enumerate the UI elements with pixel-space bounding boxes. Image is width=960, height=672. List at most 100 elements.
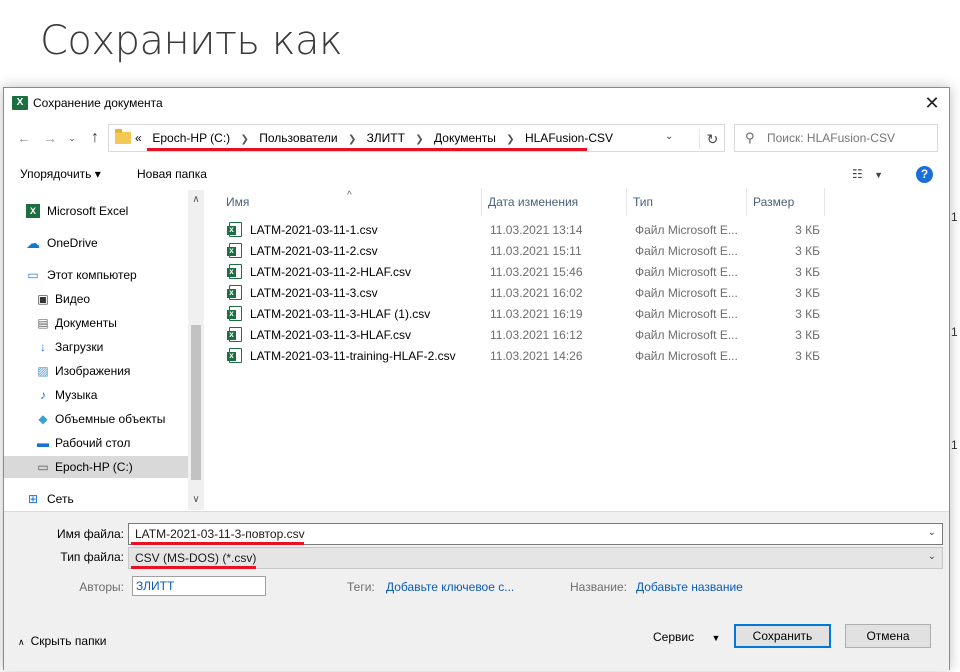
column-header-date[interactable]: Дата изменения (482, 188, 627, 216)
scrollbar-thumb[interactable] (191, 325, 201, 480)
side-number: 1 (951, 438, 958, 452)
title-field[interactable]: Добавьте название (636, 580, 743, 594)
file-date: 11.03.2021 14:26 (490, 349, 583, 363)
file-size: 3 КБ (795, 286, 820, 300)
view-options-button[interactable]: ☷ ▼ (852, 167, 883, 181)
tags-field[interactable]: Добавьте ключевое с... (386, 580, 514, 594)
chevron-down-icon: ▼ (711, 633, 721, 643)
address-history-button[interactable]: ⌄ (665, 131, 673, 142)
column-header-name[interactable]: ^ Имя (220, 188, 482, 216)
nav-item-drive-c[interactable]: ▭ Epoch-HP (C:) (4, 456, 188, 478)
chevron-down-icon[interactable]: ∨ (188, 492, 204, 508)
nav-item-3d-objects[interactable]: ◆ Объемные объекты (4, 408, 188, 430)
forward-button[interactable]: → (40, 128, 60, 148)
chevron-down-icon: ▼ (874, 170, 884, 180)
side-number: 1 (951, 325, 958, 339)
file-row[interactable]: LATM-2021-03-11-2-HLAF.csv 11.03.2021 15:… (220, 261, 830, 282)
authors-field[interactable]: ЗЛИТТ (132, 576, 266, 596)
search-box[interactable]: ⚲ (734, 124, 938, 152)
close-button[interactable]: ✕ (915, 88, 949, 118)
cube-icon: ◆ (38, 412, 48, 426)
close-icon: ✕ (924, 93, 940, 113)
nav-scrollbar[interactable]: ∧ ∨ (188, 190, 204, 510)
breadcrumb-item[interactable]: Пользователи (259, 131, 337, 145)
refresh-icon: ↻ (706, 131, 719, 147)
chevron-right-icon[interactable]: ❯ (506, 134, 514, 145)
chevron-down-icon[interactable]: ⌄ (928, 527, 936, 538)
highlight-underline (131, 566, 256, 569)
recent-locations-button[interactable]: ⌄ (62, 128, 82, 148)
breadcrumb-item[interactable]: Epoch-HP (C:) (152, 131, 230, 145)
file-date: 11.03.2021 16:02 (490, 286, 583, 300)
search-input[interactable] (767, 129, 932, 147)
breadcrumb: « Epoch-HP (C:) ❯ Пользователи ❯ ЗЛИТТ ❯… (135, 131, 613, 145)
nav-item-label: Рабочий стол (55, 436, 131, 450)
nav-item-label: Этот компьютер (47, 268, 137, 282)
chevron-down-icon: ⌄ (927, 551, 936, 562)
nav-item-documents[interactable]: ▤ Документы (4, 312, 188, 334)
nav-item-label: Epoch-HP (C:) (55, 460, 133, 474)
breadcrumb-overflow[interactable]: « (135, 131, 142, 145)
file-row[interactable]: LATM-2021-03-11-3.csv 11.03.2021 16:02 Фай… (220, 282, 830, 303)
refresh-button[interactable]: ↻ (699, 129, 725, 149)
arrow-left-icon: ← (17, 130, 31, 146)
nav-item-this-pc[interactable]: ▭ Этот компьютер (4, 264, 188, 286)
tools-menu-button[interactable]: Сервис ▼ (653, 630, 720, 644)
hide-folders-button[interactable]: ∧ Скрыть папки (18, 634, 107, 648)
arrow-right-icon: → (43, 130, 57, 146)
column-header-type[interactable]: Тип (627, 188, 747, 216)
chevron-down-icon: ⌄ (665, 131, 674, 142)
file-name: LATM-2021-03-11-3.csv (250, 286, 378, 300)
file-row[interactable]: LATM-2021-03-11-1.csv 11.03.2021 13:14 Фай… (220, 219, 830, 240)
folder-icon (115, 129, 131, 144)
search-icon: ⚲ (745, 130, 755, 145)
chevron-right-icon[interactable]: ❯ (415, 134, 423, 145)
column-header-size[interactable]: Размер (747, 188, 825, 216)
side-number: 1 (951, 210, 958, 224)
nav-item-label: Изображения (55, 364, 131, 378)
file-date: 11.03.2021 15:11 (490, 244, 582, 258)
file-date: 11.03.2021 16:19 (490, 307, 583, 321)
breadcrumb-item[interactable]: Документы (434, 131, 496, 145)
excel-csv-file-icon (227, 348, 242, 363)
image-icon: ▨ (37, 364, 49, 378)
nav-item-images[interactable]: ▨ Изображения (4, 360, 188, 382)
chevron-up-icon[interactable]: ∧ (188, 192, 204, 208)
filename-value: LATM-2021-03-11-3-повтор.csv (135, 527, 305, 541)
chevron-down-icon: ⌄ (68, 133, 76, 143)
file-type: Файл Microsoft E... (635, 328, 738, 342)
nav-item-label: Музыка (55, 388, 98, 402)
nav-item-music[interactable]: ♪ Музыка (4, 384, 188, 406)
nav-item-excel[interactable]: X Microsoft Excel (4, 200, 188, 222)
file-row[interactable]: LATM-2021-03-11-3-HLAF (1).csv 11.03.2021… (220, 303, 830, 324)
back-button[interactable]: ← (14, 128, 34, 148)
chevron-right-icon[interactable]: ❯ (348, 134, 356, 145)
chevron-right-icon[interactable]: ❯ (241, 134, 249, 145)
nav-item-network[interactable]: ⊞ Сеть (4, 488, 188, 510)
nav-item-desktop[interactable]: ▬ Рабочий стол (4, 432, 188, 454)
cancel-button[interactable]: Отмена (845, 624, 931, 648)
organize-button[interactable]: Упорядочить ▾ (20, 167, 101, 181)
save-button[interactable]: Сохранить (734, 624, 831, 648)
nav-item-downloads[interactable]: ↓ Загрузки (4, 336, 188, 358)
new-folder-button[interactable]: Новая папка (137, 167, 207, 181)
excel-csv-file-icon (227, 243, 242, 258)
document-icon: ▤ (37, 316, 49, 330)
nav-item-label: Объемные объекты (55, 412, 166, 426)
up-button[interactable]: ↑ (85, 128, 105, 148)
help-button[interactable]: ? (916, 166, 933, 183)
nav-item-video[interactable]: ▣ Видео (4, 288, 188, 310)
file-row[interactable]: LATM-2021-03-11-training-HLAF-2.csv 11.03… (220, 345, 830, 366)
navigation-pane: X Microsoft Excel ☁ OneDrive ▭ Этот комп… (4, 190, 204, 510)
excel-csv-file-icon (227, 264, 242, 279)
breadcrumb-item[interactable]: ЗЛИТТ (367, 131, 405, 145)
excel-csv-file-icon (227, 306, 242, 321)
navigation-bar: ← → ⌄ ↑ « Epoch-HP (C:) ❯ Пользователи ❯… (4, 122, 949, 154)
breadcrumb-item[interactable]: HLAFusion-CSV (525, 131, 613, 145)
desktop-icon: ▬ (37, 436, 49, 450)
file-row[interactable]: LATM-2021-03-11-2.csv 11.03.2021 15:11 Фай… (220, 240, 830, 261)
cloud-icon: ☁ (26, 235, 40, 251)
file-type: Файл Microsoft E... (635, 265, 738, 279)
nav-item-onedrive[interactable]: ☁ OneDrive (4, 232, 188, 254)
file-row[interactable]: LATM-2021-03-11-3-HLAF.csv 11.03.2021 16:… (220, 324, 830, 345)
